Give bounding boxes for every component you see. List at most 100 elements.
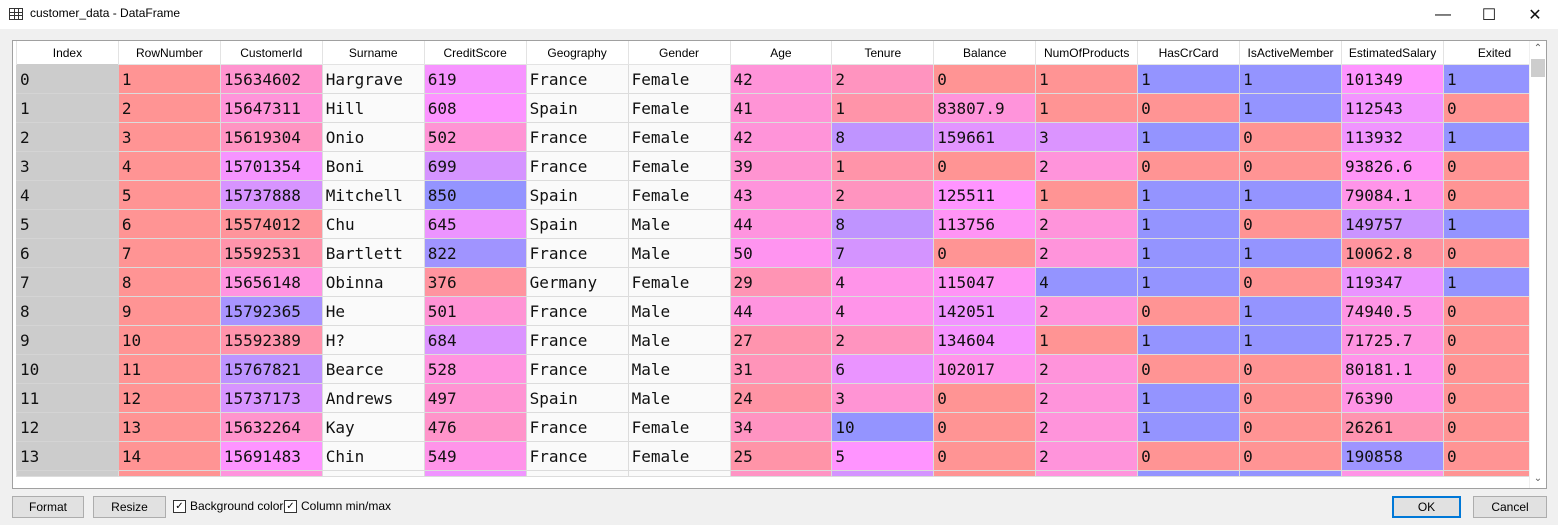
cell-customerid[interactable]: 15737173: [219, 383, 323, 413]
cell-estimatedsalary[interactable]: 190858: [1341, 441, 1444, 471]
cell-isactivemember[interactable]: 1: [1239, 64, 1343, 94]
cell-balance[interactable]: 0: [933, 238, 1037, 268]
cell-age[interactable]: 24: [729, 383, 833, 413]
cell-tenure[interactable]: 7: [831, 238, 935, 268]
cell-tenure[interactable]: 10: [831, 412, 935, 442]
cell-isactivemember[interactable]: 0: [1239, 151, 1343, 181]
cell-surname[interactable]: Boni: [321, 151, 425, 181]
cell-hascrcard[interactable]: 0: [1137, 296, 1241, 326]
cell-geography[interactable]: France: [525, 238, 629, 268]
cell-estimatedsalary[interactable]: 79084.1: [1341, 180, 1444, 210]
cell-estimatedsalary[interactable]: 80181.1: [1341, 354, 1444, 384]
column-header-age[interactable]: Age: [729, 41, 833, 65]
column-header-geography[interactable]: Geography: [525, 41, 629, 65]
cell-balance[interactable]: 83807.9: [933, 93, 1037, 123]
cell-customerid[interactable]: 15574012: [219, 209, 323, 239]
cell-age[interactable]: 44: [729, 209, 833, 239]
cell-estimatedsalary[interactable]: 76390: [1341, 383, 1444, 413]
cell-hascrcard[interactable]: 1: [1137, 209, 1241, 239]
row-index[interactable]: 7: [16, 267, 119, 297]
cell-balance[interactable]: 0: [933, 412, 1037, 442]
cell-rownumber[interactable]: 12: [117, 383, 221, 413]
cell-geography[interactable]: France: [525, 441, 629, 471]
cell-age[interactable]: 39: [729, 151, 833, 181]
cell-rownumber[interactable]: 13: [117, 412, 221, 442]
cell-balance[interactable]: 102017: [933, 354, 1037, 384]
cell-numofproducts[interactable]: 2: [1035, 238, 1139, 268]
cell-estimatedsalary[interactable]: 112543: [1341, 93, 1444, 123]
cell-hascrcard[interactable]: 0: [1137, 151, 1241, 181]
cell-estimatedsalary[interactable]: 113932: [1341, 122, 1444, 152]
cell-estimatedsalary[interactable]: 10062.8: [1341, 238, 1444, 268]
cell-hascrcard[interactable]: 1: [1137, 122, 1241, 152]
cell-rownumber[interactable]: 11: [117, 354, 221, 384]
cell-geography[interactable]: France: [525, 296, 629, 326]
column-header-surname[interactable]: Surname: [321, 41, 425, 65]
row-index[interactable]: 0: [16, 64, 119, 94]
cell-isactivemember[interactable]: 1: [1239, 238, 1343, 268]
column-header-tenure[interactable]: Tenure: [831, 41, 935, 65]
cell-isactivemember[interactable]: 1: [1239, 180, 1343, 210]
cell-tenure[interactable]: 8: [831, 122, 935, 152]
row-index[interactable]: 10: [16, 354, 119, 384]
cell-numofproducts[interactable]: 1: [1035, 64, 1139, 94]
cell-creditscore[interactable]: 376: [423, 267, 527, 297]
close-button[interactable]: ✕: [1512, 0, 1558, 29]
cell-geography[interactable]: France: [525, 122, 629, 152]
row-index[interactable]: 11: [16, 383, 119, 413]
cell-balance[interactable]: 113756: [933, 209, 1037, 239]
cell-rownumber[interactable]: 4: [117, 151, 221, 181]
cell-tenure[interactable]: 5: [831, 441, 935, 471]
cell-tenure[interactable]: 4: [831, 296, 935, 326]
column-header-rownumber[interactable]: RowNumber: [117, 41, 221, 65]
row-index[interactable]: 5: [16, 209, 119, 239]
cell-hascrcard[interactable]: 1: [1137, 64, 1241, 94]
column-header-customerid[interactable]: CustomerId: [219, 41, 323, 65]
column-header-gender[interactable]: Gender: [627, 41, 731, 65]
cell-geography[interactable]: France: [525, 412, 629, 442]
cell-creditscore[interactable]: 684: [423, 325, 527, 355]
cell-surname[interactable]: Onio: [321, 122, 425, 152]
cell-gender[interactable]: Female: [627, 122, 731, 152]
cell-tenure[interactable]: 2: [831, 180, 935, 210]
cell-creditscore[interactable]: 476: [423, 412, 527, 442]
cell-isactivemember[interactable]: 0: [1239, 354, 1343, 384]
cell-customerid[interactable]: 15656148: [219, 267, 323, 297]
cell-surname[interactable]: Bartlett: [321, 238, 425, 268]
cell-geography[interactable]: Spain: [525, 209, 629, 239]
cell-gender[interactable]: Male: [627, 209, 731, 239]
cell-tenure[interactable]: 2: [831, 325, 935, 355]
scroll-thumb[interactable]: [1531, 59, 1545, 77]
cell-creditscore[interactable]: 645: [423, 209, 527, 239]
cell-tenure[interactable]: 1: [831, 151, 935, 181]
cell-gender[interactable]: Female: [627, 93, 731, 123]
cell-hascrcard[interactable]: 1: [1137, 180, 1241, 210]
cell-rownumber[interactable]: 7: [117, 238, 221, 268]
cell-customerid[interactable]: 15632264: [219, 412, 323, 442]
cell-age[interactable]: 41: [729, 93, 833, 123]
cell-surname[interactable]: Obinna: [321, 267, 425, 297]
cell-isactivemember[interactable]: 0: [1239, 267, 1343, 297]
resize-button[interactable]: Resize: [93, 496, 166, 518]
cell-rownumber[interactable]: 9: [117, 296, 221, 326]
cell-estimatedsalary[interactable]: 119347: [1341, 267, 1444, 297]
cell-age[interactable]: 42: [729, 122, 833, 152]
cell-balance[interactable]: 142051: [933, 296, 1037, 326]
checkbox-check-icon[interactable]: ✓: [173, 499, 186, 513]
cell-surname[interactable]: Bearce: [321, 354, 425, 384]
cell-creditscore[interactable]: 850: [423, 180, 527, 210]
minimize-button[interactable]: —: [1420, 0, 1466, 29]
cell-gender[interactable]: Female: [627, 180, 731, 210]
cell-customerid[interactable]: 15592389: [219, 325, 323, 355]
cell-surname[interactable]: Chu: [321, 209, 425, 239]
cell-customerid[interactable]: 15592531: [219, 238, 323, 268]
cell-balance[interactable]: 115047: [933, 267, 1037, 297]
cell-creditscore[interactable]: 497: [423, 383, 527, 413]
cell-geography[interactable]: France: [525, 354, 629, 384]
column-minmax-checkbox[interactable]: ✓ Column min/max: [284, 499, 391, 513]
cell-creditscore[interactable]: 608: [423, 93, 527, 123]
cell-rownumber[interactable]: 3: [117, 122, 221, 152]
cell-tenure[interactable]: 2: [831, 64, 935, 94]
cell-gender[interactable]: Male: [627, 296, 731, 326]
cell-customerid[interactable]: 15634602: [219, 64, 323, 94]
